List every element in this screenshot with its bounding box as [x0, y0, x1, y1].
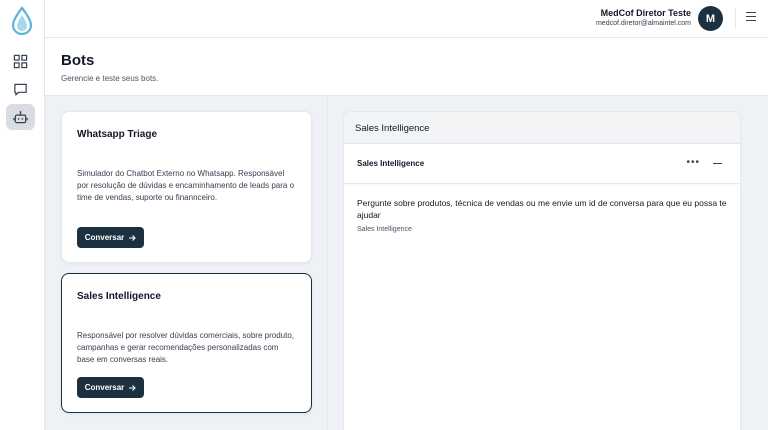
bot-description: Responsável por resolver dúvidas comerci… [77, 331, 294, 364]
bot-description: Simulador do Chatbot Externo no Whatsapp… [77, 169, 295, 202]
conversar-button[interactable]: Conversar [77, 377, 144, 398]
sidebar-item-chat[interactable] [6, 76, 35, 102]
conversar-button-label: Conversar [84, 233, 125, 242]
divider [735, 8, 736, 28]
message-sender: Sales Intelligence [357, 226, 412, 233]
page-header: Bots Gerencie e teste seus bots. [45, 38, 768, 96]
panel-header: Sales Intelligence [344, 112, 740, 144]
bot-card-sales-intelligence[interactable]: Sales Intelligence Responsável por resol… [61, 273, 312, 413]
bot-card-whatsapp-triage[interactable]: Whatsapp Triage Simulador do Chatbot Ext… [61, 111, 312, 263]
column-divider [327, 96, 328, 430]
menu-icon[interactable] [746, 12, 756, 24]
bot-message: Pergunte sobre produtos, técnica de vend… [357, 198, 727, 220]
sidebar-item-dashboard[interactable] [6, 48, 35, 74]
conversation-header: Sales Intelligence ••• [344, 144, 740, 184]
bot-title: Sales Intelligence [77, 291, 161, 302]
avatar[interactable]: M [698, 6, 723, 31]
arrow-right-icon [129, 234, 137, 241]
arrow-right-icon [129, 384, 137, 391]
chat-panel: Sales Intelligence Sales Intelligence ••… [343, 111, 741, 430]
more-options-icon[interactable]: ••• [686, 158, 700, 168]
page-subtitle: Gerencie e teste seus bots. [61, 74, 159, 83]
page-title: Bots [61, 52, 95, 69]
sidebar [0, 0, 45, 430]
panel-title: Sales Intelligence [355, 123, 430, 134]
bot-icon [13, 110, 28, 123]
user-email: medcof.diretor@almaintel.com [595, 20, 691, 27]
user-name: MedCof Diretor Teste [600, 8, 691, 18]
top-bar: MedCof Diretor Teste medcof.diretor@alma… [45, 0, 768, 38]
minimize-icon[interactable] [713, 163, 722, 165]
logo-icon[interactable] [9, 6, 35, 36]
conversar-button-label: Conversar [84, 383, 125, 392]
conversar-button[interactable]: Conversar [77, 227, 144, 248]
bot-title: Whatsapp Triage [77, 129, 158, 140]
chat-icon [14, 83, 27, 96]
dashboard-icon [13, 54, 28, 68]
conversation-title: Sales Intelligence [357, 159, 425, 168]
sidebar-item-bots[interactable] [6, 104, 35, 130]
